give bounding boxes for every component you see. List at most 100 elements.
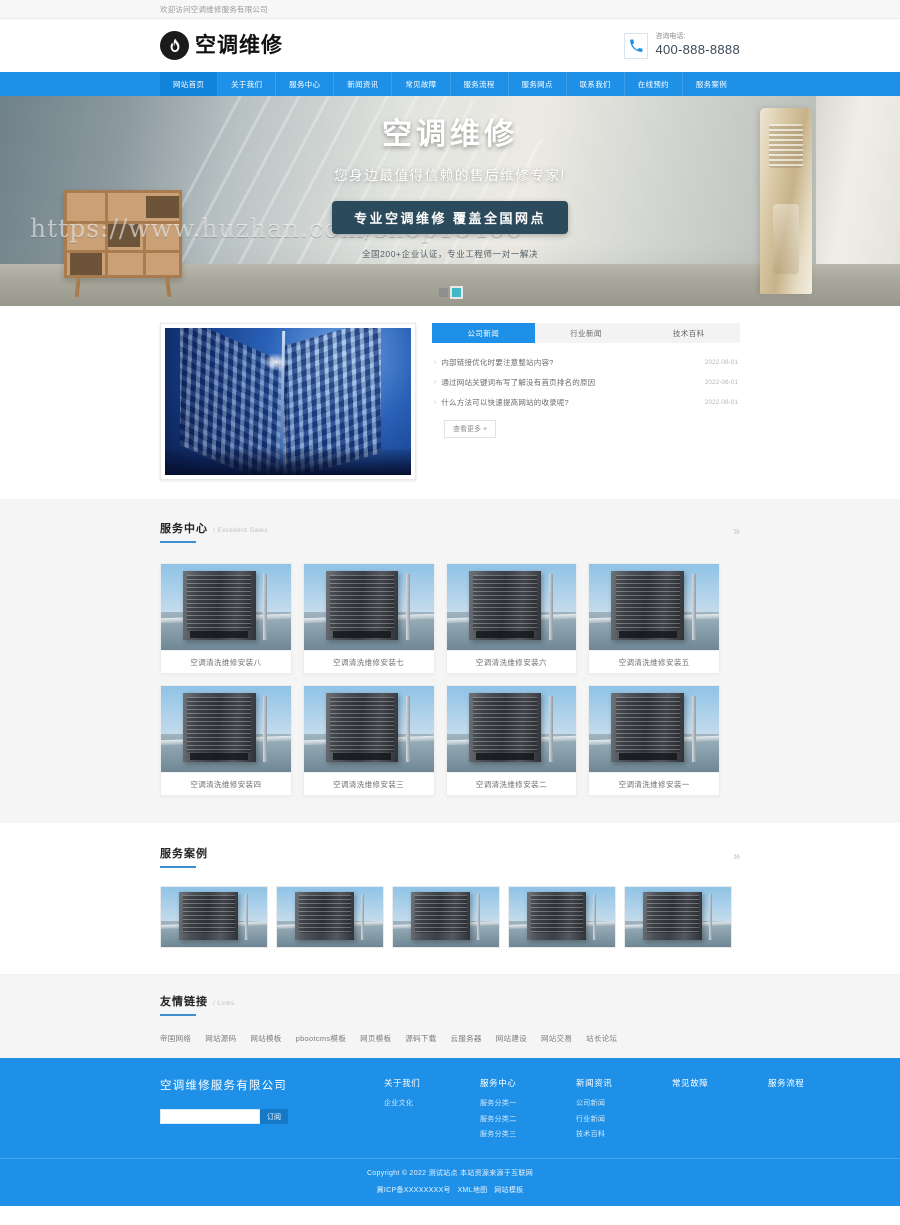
friendly-link[interactable]: 云服务器 [451,1033,482,1044]
case-thumbnail[interactable] [624,886,732,948]
footer-column-link[interactable]: 技术百科 [576,1129,638,1139]
service-card-label: 空调清洗维修安装二 [446,772,577,795]
nav-item-2[interactable]: 关于我们 [218,72,277,96]
friendly-link[interactable]: 网站交易 [541,1033,572,1044]
service-card-image [303,564,434,650]
service-card[interactable]: 空调清洗维修安装三 [302,685,435,796]
service-card[interactable]: 空调清洗维修安装八 [160,563,292,674]
links-title-en: / Links [213,1000,235,1007]
flame-circle-icon [160,31,189,60]
friendly-link[interactable]: 网站建设 [496,1033,527,1044]
links-title-cn: 友情链接 [160,996,208,1008]
footer-column-heading[interactable]: 服务流程 [768,1077,830,1089]
hero-cta-button[interactable]: 专业空调维修 覆盖全国网点 [331,201,569,234]
icp-number[interactable]: 冀ICP备XXXXXXXX号 [377,1187,451,1194]
news-tab-2[interactable]: 行业新闻 [535,323,638,343]
footer-column-heading[interactable]: 服务中心 [480,1077,542,1089]
nav-item-9[interactable]: 在线预约 [625,72,683,96]
footer-column-heading[interactable]: 常见故障 [672,1077,734,1089]
subscribe-input[interactable] [160,1109,260,1124]
subscribe-form: 订阅 [160,1109,366,1124]
service-card[interactable]: 空调清洗维修安装七 [302,563,435,674]
news-list-item[interactable]: › 内部链接优化时要注意整站内容? 2022-08-01 [432,352,740,372]
friendly-link[interactable]: 站长论坛 [586,1033,617,1044]
footer-column-link[interactable]: 行业新闻 [576,1114,638,1124]
service-card-label: 空调清洗维修安装四 [161,772,291,795]
news-item-title: 什么方法可以快速提高网站的收录呢? [441,397,569,407]
chevron-right-icon: › [434,358,437,366]
service-title-cn: 服务中心 [160,523,208,535]
news-item-title: 通过网站关键词布写了解没有首页排名的原因 [441,377,596,387]
service-card[interactable]: 空调清洗维修安装一 [588,685,720,796]
xml-sitemap-link[interactable]: XML地图 [458,1187,488,1194]
hero-title: 空调维修 [382,118,518,151]
news-more-button[interactable]: 查看更多 + [444,420,497,438]
friendly-links-row: 帝国网络 网站源码 网站模板 pbootcms模板 网页模板 源码下载 云服务器 网站建设 网站… [160,1033,740,1044]
news-list-item[interactable]: › 什么方法可以快速提高网站的收录呢? 2022-08-01 [432,392,740,412]
website-template-link[interactable]: 网站模板 [494,1187,523,1194]
nav-item-4[interactable]: 新闻资讯 [334,72,393,96]
case-thumbnail[interactable] [392,886,500,948]
footer-brand-name: 空调维修服务有限公司 [160,1080,287,1092]
nav-item-1[interactable]: 网站首页 [160,72,219,96]
phone-label: 咨询电话: [655,33,686,40]
nav-item-3[interactable]: 服务中心 [276,72,335,96]
hero-subtitle: 您身边最值得信赖的售后维修专家! [334,168,566,183]
footer-column-link[interactable]: 公司新闻 [576,1098,638,1108]
footer-column-link[interactable]: 服务分类一 [480,1098,542,1108]
site-logo[interactable]: 空调维修 [160,31,283,60]
chevron-right-icon[interactable]: » [733,850,740,868]
footer-column-link[interactable]: 企业文化 [384,1098,446,1108]
hero-content: 空调维修 您身边最值得信赖的售后维修专家! 专业空调维修 覆盖全国网点 全国20… [0,118,900,260]
news-section: 公司新闻 行业新闻 技术百科 › 内部链接优化时要注意整站内容? 2022-08-01 ›… [0,306,900,499]
news-list-item[interactable]: › 通过网站关键词布写了解没有首页排名的原因 2022-08-01 [432,372,740,392]
footer-column: 新闻资讯公司新闻行业新闻技术百科 [576,1077,638,1145]
subscribe-button[interactable]: 订阅 [260,1109,288,1124]
nav-item-6[interactable]: 服务流程 [451,72,509,96]
service-card-label: 空调清洗维修安装三 [303,772,434,795]
footer-column: 服务中心服务分类一服务分类二服务分类三 [480,1077,542,1145]
service-card[interactable]: 空调清洗维修安装六 [445,563,578,674]
service-card-image [446,564,577,650]
footer-column-link[interactable]: 服务分类三 [480,1129,542,1139]
case-thumbnail[interactable] [276,886,384,948]
news-tab-3[interactable]: 技术百科 [637,323,740,343]
footer-column-heading[interactable]: 关于我们 [384,1077,446,1089]
friendly-link[interactable]: pbootcms模板 [296,1033,347,1044]
service-card-grid: 空调清洗维修安装八 空调清洗维修安装七 空调清洗维修安装六 空调清洗维修安装五 空调清洗… [160,563,740,796]
nav-item-5[interactable]: 常见故障 [392,72,451,96]
page-root: 欢迎访问空调维修服务有限公司 空调维修 咨询电话: 400-888-8888 网… [0,0,900,1206]
service-card-image [161,564,291,650]
top-bar: 欢迎访问空调维修服务有限公司 [0,0,900,19]
friendly-link[interactable]: 网站模板 [250,1033,281,1044]
service-card[interactable]: 空调清洗维修安装二 [445,685,578,796]
telephone-icon [624,32,649,59]
icp-line: 冀ICP备XXXXXXXX号 XML地图 网站模板 [0,1185,900,1195]
friendly-link[interactable]: 帝国网络 [160,1033,191,1044]
main-nav: 网站首页 关于我们 服务中心 新闻资讯 常见故障 服务流程 服务网点 联系我们 在线预约 服务案例 [0,72,900,96]
footer-column-heading[interactable]: 新闻资讯 [576,1077,638,1089]
news-list: › 内部链接优化时要注意整站内容? 2022-08-01 › 通过网站关键词布写了解没有… [432,343,740,412]
hero-slide-dot-2[interactable] [452,288,461,297]
service-section-title: 服务中心 / Excellent Sales [160,520,268,543]
service-card[interactable]: 空调清洗维修安装四 [160,685,292,796]
hero-slide-dot-1[interactable] [439,288,448,297]
site-footer: 空调维修服务有限公司 订阅 关于我们企业文化 服务中心服务分类一服务分类二服务分类… [0,1058,900,1158]
chevron-right-icon: › [434,378,437,386]
case-thumbnail[interactable] [508,886,616,948]
header-phone[interactable]: 咨询电话: 400-888-8888 [624,32,740,59]
news-tab-1[interactable]: 公司新闻 [432,323,535,343]
news-feature-image[interactable] [160,323,416,480]
friendly-link[interactable]: 网站源码 [205,1033,236,1044]
nav-item-10[interactable]: 服务案例 [683,72,740,96]
friendly-link[interactable]: 网页模板 [360,1033,391,1044]
friendly-link[interactable]: 源码下载 [405,1033,436,1044]
service-card-image [161,686,291,772]
service-card[interactable]: 空调清洗维修安装五 [588,563,720,674]
nav-item-7[interactable]: 服务网点 [509,72,567,96]
nav-item-8[interactable]: 联系我们 [567,72,625,96]
chevron-right-icon[interactable]: » [733,525,740,543]
case-thumbnail[interactable] [160,886,268,948]
footer-column-link[interactable]: 服务分类二 [480,1114,542,1124]
news-tabs: 公司新闻 行业新闻 技术百科 [432,323,740,343]
